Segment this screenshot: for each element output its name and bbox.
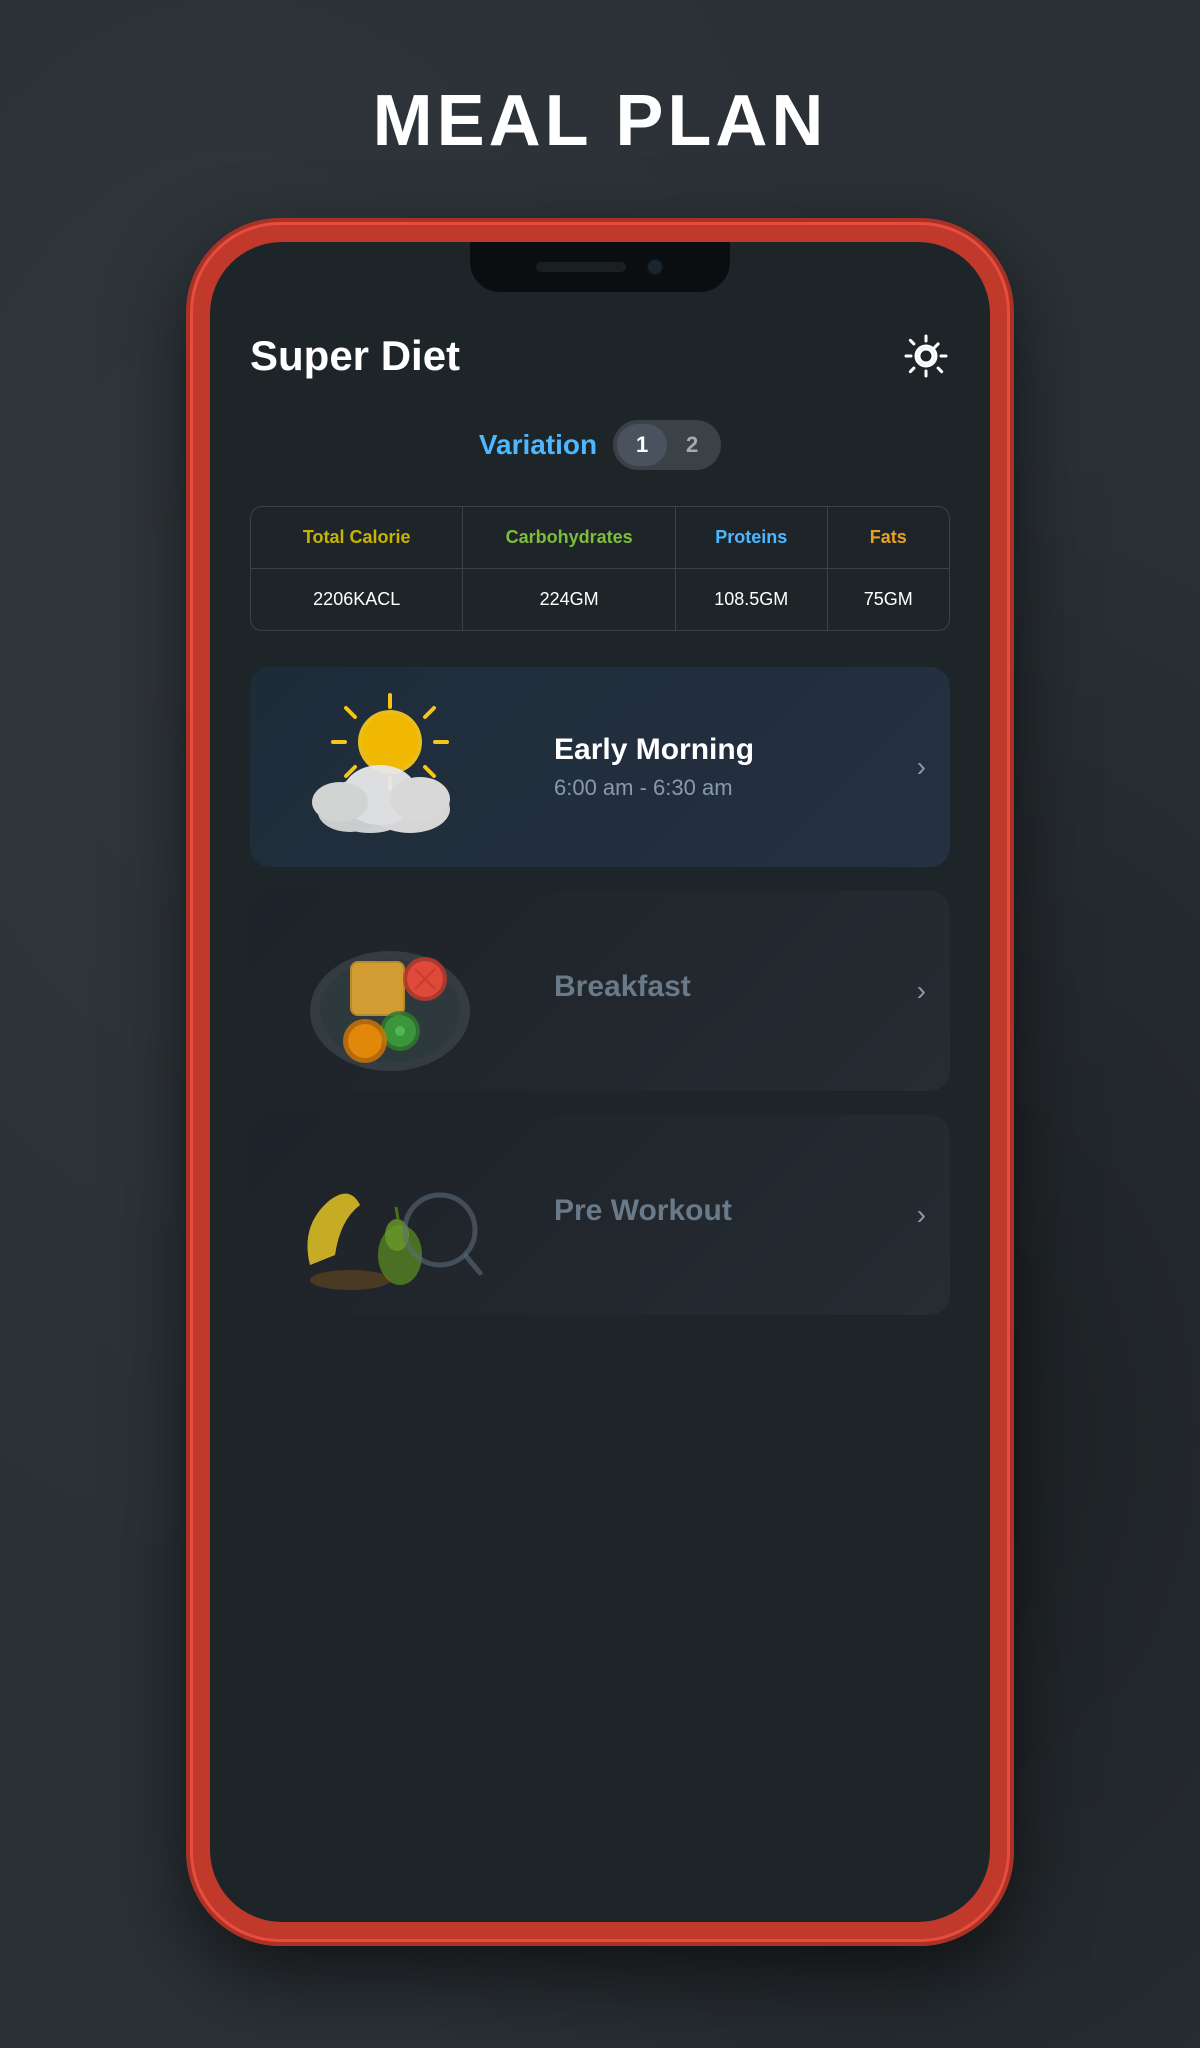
app-header: Super Diet — [250, 332, 950, 380]
variation-option-2[interactable]: 2 — [667, 424, 717, 466]
phone-content: Super Diet Variation 1 2 Tota — [210, 242, 990, 1922]
early-morning-info: Early Morning 6:00 am - 6:30 am — [530, 713, 917, 821]
nutrition-table: Total Calorie Carbohydrates Proteins Fat… — [250, 506, 950, 631]
speaker — [536, 262, 626, 272]
early-morning-image — [250, 667, 530, 867]
app-name: Super Diet — [250, 332, 460, 380]
pre-workout-info: Pre Workout — [530, 1174, 917, 1256]
value-fats: 75GM — [828, 569, 949, 630]
early-morning-arrow: › — [917, 751, 926, 783]
nutrition-header-row: Total Calorie Carbohydrates Proteins Fat… — [251, 507, 949, 569]
breakfast-info: Breakfast — [530, 950, 917, 1032]
meal-card-breakfast[interactable]: Breakfast › — [250, 891, 950, 1091]
variation-toggle[interactable]: 1 2 — [613, 420, 721, 470]
page-title: MEAL PLAN — [373, 80, 828, 162]
front-camera — [646, 258, 664, 276]
pre-workout-title: Pre Workout — [554, 1194, 893, 1228]
header-carbohydrates: Carbohydrates — [463, 507, 675, 568]
pre-workout-arrow: › — [917, 1199, 926, 1231]
header-fats: Fats — [828, 507, 949, 568]
nutrition-values-row: 2206KACL 224GM 108.5GM 75GM — [251, 569, 949, 630]
value-total-calorie: 2206KACL — [251, 569, 463, 630]
meal-card-pre-workout[interactable]: Pre Workout › — [250, 1115, 950, 1315]
early-morning-time: 6:00 am - 6:30 am — [554, 775, 893, 801]
pre-workout-image — [250, 1115, 530, 1315]
phone-frame: Super Diet Variation 1 2 Tota — [190, 222, 1010, 1942]
early-morning-title: Early Morning — [554, 733, 893, 767]
variation-selector: Variation 1 2 — [250, 420, 950, 470]
phone-inner: Super Diet Variation 1 2 Tota — [210, 242, 990, 1922]
header-total-calorie: Total Calorie — [251, 507, 463, 568]
breakfast-image — [250, 891, 530, 1091]
breakfast-arrow: › — [917, 975, 926, 1007]
breakfast-title: Breakfast — [554, 970, 893, 1004]
phone-notch — [470, 242, 730, 292]
value-carbohydrates: 224GM — [463, 569, 675, 630]
variation-label: Variation — [479, 429, 597, 461]
meal-card-early-morning[interactable]: Early Morning 6:00 am - 6:30 am › — [250, 667, 950, 867]
value-proteins: 108.5GM — [676, 569, 828, 630]
header-proteins: Proteins — [676, 507, 828, 568]
variation-option-1[interactable]: 1 — [617, 424, 667, 466]
settings-icon[interactable] — [902, 332, 950, 380]
